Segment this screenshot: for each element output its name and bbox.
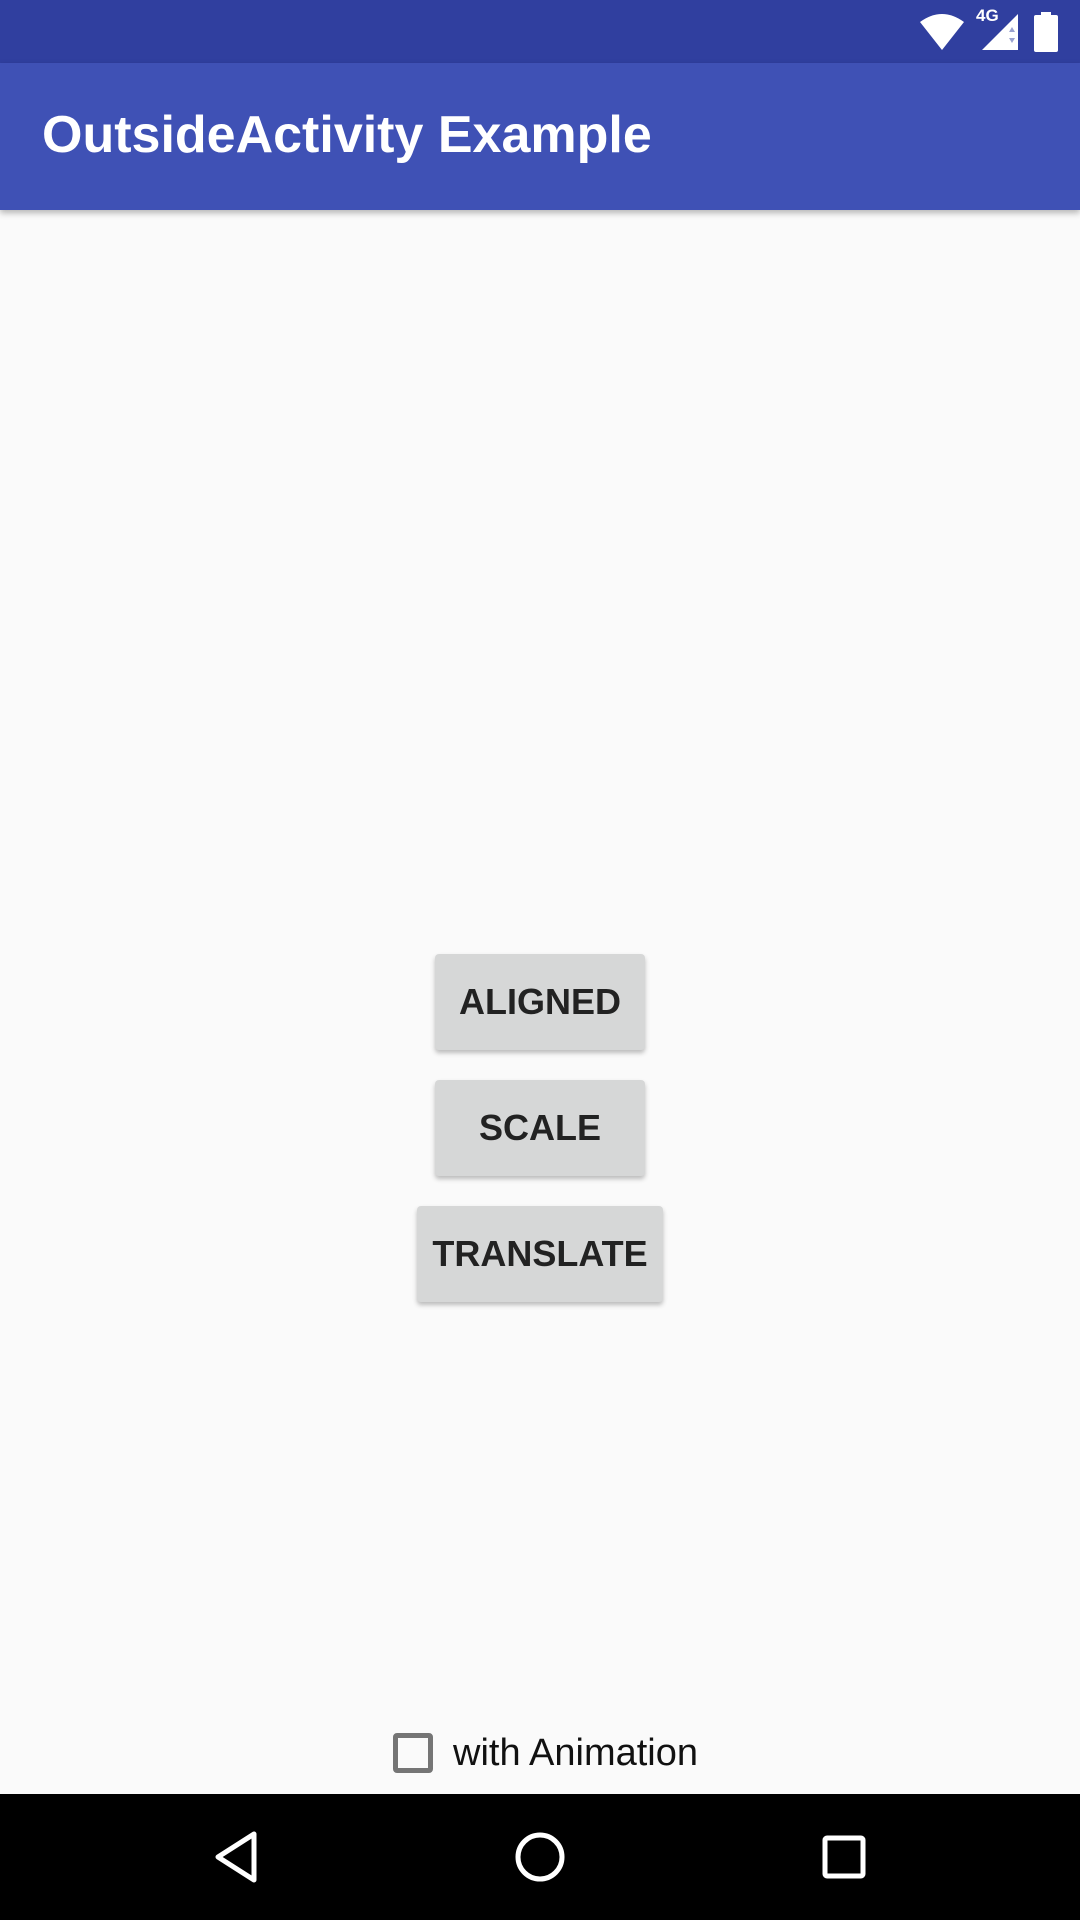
back-icon[interactable] [206,1827,266,1887]
navigation-bar [0,1794,1080,1920]
app-bar: OutsideActivity Example [0,63,1080,210]
app-title: OutsideActivity Example [42,106,652,164]
battery-icon [1034,12,1058,52]
recents-icon[interactable] [814,1827,874,1887]
home-icon[interactable] [510,1827,570,1887]
status-bar: 4G [0,0,1080,63]
translate-button[interactable]: TRANSLATE [417,1206,663,1302]
cell-signal-icon: 4G [976,6,1020,52]
checkbox-label: with Animation [453,1731,699,1774]
wifi-icon [918,12,966,52]
with-animation-checkbox[interactable]: with Animation [393,1725,698,1781]
status-icons: 4G [918,6,1058,54]
scale-button[interactable]: SCALE [435,1080,645,1176]
checkbox-box[interactable] [393,1733,433,1773]
aligned-button[interactable]: ALIGNED [435,954,645,1050]
network-type-label: 4G [976,6,999,25]
screen: 4G OutsideActivity Example ALIGNED SCALE… [0,0,1080,1920]
